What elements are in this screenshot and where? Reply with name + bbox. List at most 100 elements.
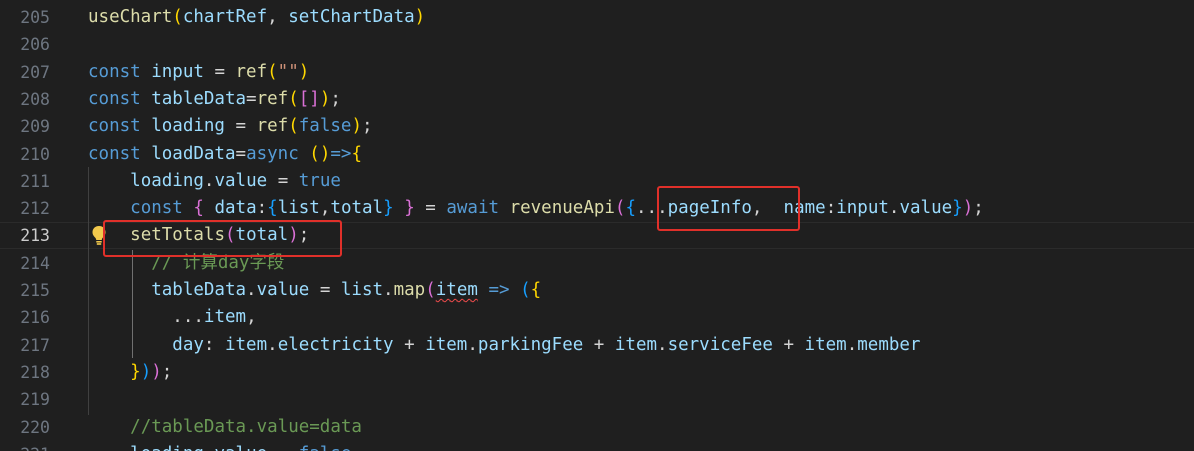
code-line[interactable]: 218 })); [0, 359, 1194, 386]
code-token: ; [161, 362, 173, 382]
code-line[interactable]: 220 //tableData.value=data [0, 414, 1194, 441]
code-token: ) [140, 362, 152, 382]
code-token: //tableData.value=data [130, 417, 362, 437]
line-number: 209 [20, 117, 50, 136]
code-token: map [393, 280, 426, 300]
code-token: = [224, 116, 257, 136]
code-token: ( [614, 198, 626, 218]
line-number: 210 [20, 145, 50, 164]
code-token: loading [151, 116, 225, 136]
code-text: const tableData=ref([]); [88, 86, 341, 113]
code-token: { [351, 144, 362, 164]
code-token: list [277, 198, 320, 218]
code-line[interactable]: 208 const tableData=ref([]); [0, 86, 1194, 113]
code-token: } [130, 362, 141, 382]
code-token: , [267, 7, 289, 27]
highlight-box-pageinfo [657, 186, 800, 231]
code-token: parkingFee [477, 335, 584, 355]
code-token: value [899, 198, 953, 218]
code-text: ...item, [88, 304, 256, 331]
code-token: ) [414, 7, 426, 27]
code-token: value [214, 171, 268, 191]
code-token: + [772, 335, 805, 355]
code-text: })); [88, 359, 172, 386]
code-token: "" [277, 62, 299, 82]
line-number: 212 [20, 199, 50, 218]
code-token: ) [962, 198, 974, 218]
code-token: { [530, 280, 542, 300]
code-token: item [435, 280, 478, 300]
code-line[interactable]: 206 [0, 31, 1194, 58]
code-text: const input = ref("") [88, 59, 309, 86]
code-token: => [477, 280, 521, 300]
code-text: const { data:{list,total} } = await reve… [88, 195, 984, 222]
code-token: { [267, 198, 278, 218]
code-token: ( [288, 89, 299, 109]
code-line[interactable]: 216 ...item, [0, 304, 1194, 331]
code-token: input [151, 62, 204, 82]
code-token: list [340, 280, 384, 300]
code-token: setChartData [288, 7, 415, 27]
code-token: const [88, 89, 152, 109]
code-token: [] [298, 89, 320, 109]
indent-guide [88, 167, 89, 415]
code-token: ) [151, 362, 162, 382]
code-token: . [467, 335, 478, 355]
code-token: () [309, 144, 331, 164]
code-token: ref [256, 116, 289, 136]
code-token: async [246, 144, 310, 164]
code-token: } [404, 198, 415, 218]
code-token: electricity [277, 335, 394, 355]
code-text: //tableData.value=data [88, 414, 362, 441]
code-token: data [203, 198, 257, 218]
line-number: 213 [20, 226, 50, 245]
code-token: ( [520, 280, 531, 300]
code-token: true [298, 171, 341, 191]
line-number: 217 [20, 336, 50, 355]
code-line[interactable]: 219 [0, 386, 1194, 413]
code-line[interactable]: 212 const { data:{list,total} } = await … [0, 195, 1194, 222]
code-line[interactable]: 215 tableData.value = list.map(item => (… [0, 277, 1194, 304]
code-token: ( [267, 62, 278, 82]
line-number: 219 [20, 390, 50, 409]
line-number: 220 [20, 418, 50, 437]
code-token: , [319, 198, 331, 218]
code-token: item [224, 335, 268, 355]
line-number: 208 [20, 90, 50, 109]
code-token: item [804, 335, 847, 355]
code-token: chartRef [182, 7, 268, 27]
code-line[interactable]: 211 loading.value = true [0, 168, 1194, 195]
code-token: value [214, 444, 267, 451]
highlight-box-settotals [103, 220, 342, 257]
code-token: . [203, 171, 215, 191]
code-token: useChart [88, 7, 173, 27]
code-line[interactable]: 205 useChart(chartRef, setChartData) [0, 4, 1194, 31]
code-token: = [267, 171, 299, 191]
code-token: + [583, 335, 615, 355]
line-number: 206 [20, 35, 50, 54]
code-token: => [330, 144, 352, 164]
code-line[interactable]: 210 const loadData=async ()=>{ [0, 141, 1194, 168]
code-line[interactable]: 217 day: item.electricity + item.parking… [0, 332, 1194, 359]
code-line[interactable]: 221 loading.value = false [0, 441, 1194, 451]
line-number: 211 [20, 172, 50, 191]
code-token: . [204, 444, 215, 451]
code-token: serviceFee [667, 335, 773, 355]
code-line[interactable]: 207 const input = ref("") [0, 59, 1194, 86]
code-editor[interactable]: 205 useChart(chartRef, setChartData) 206 20… [0, 0, 1194, 451]
code-token: ) [319, 89, 331, 109]
code-token: loadData [151, 144, 236, 164]
code-line[interactable]: 209 const loading = ref(false); [0, 113, 1194, 140]
code-token: : [203, 335, 225, 355]
code-text: loading.value = true [88, 168, 341, 195]
code-token: const [88, 62, 152, 82]
code-token: value [256, 280, 310, 300]
code-token: : [825, 198, 837, 218]
code-token: { [625, 198, 637, 218]
